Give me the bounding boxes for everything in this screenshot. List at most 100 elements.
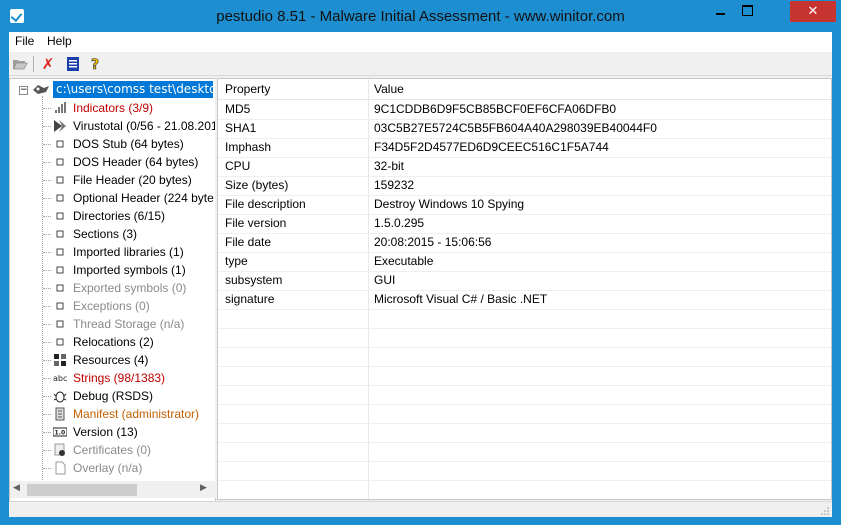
tree-item[interactable]: Thread Storage (n/a) — [43, 315, 215, 333]
tree-item[interactable]: Exceptions (0) — [43, 297, 215, 315]
tree-connector — [43, 450, 51, 451]
table-row[interactable]: signature Microsoft Visual C# / Basic .NE… — [218, 290, 831, 310]
node-icon — [53, 173, 67, 187]
status-bar — [9, 501, 832, 517]
table-row[interactable]: Imphash F34D5F2D4577ED6D9CEEC516C1F5A744 — [218, 138, 831, 158]
overlay-icon — [53, 461, 67, 475]
tree-item[interactable]: Sections (3) — [43, 225, 215, 243]
close-file-icon[interactable]: ✗ — [40, 56, 56, 72]
tree-connector — [43, 216, 51, 217]
tree-item[interactable]: Imported symbols (1) — [43, 261, 215, 279]
maximize-button[interactable] — [734, 1, 761, 22]
tree-item[interactable]: Debug (RSDS) — [43, 387, 215, 405]
empty-row — [218, 480, 831, 499]
scroll-right-icon[interactable]: ▶ — [200, 483, 207, 493]
tree-item[interactable]: Exported symbols (0) — [43, 279, 215, 297]
file-root-icon — [33, 85, 49, 94]
tree-connector — [43, 126, 51, 127]
tree-item[interactable]: DOS Stub (64 bytes) — [43, 135, 215, 153]
tree-item-label: Exported symbols (0) — [73, 281, 187, 295]
tree-item-label: File Header (20 bytes) — [73, 173, 192, 187]
node-icon — [53, 191, 67, 205]
property-grid: Property Value MD5 9C1CDDB6D9F5CB85BCF0EF… — [217, 78, 832, 500]
tree-item-label: Optional Header (224 byte — [73, 191, 214, 205]
tree-item[interactable]: abc Strings (98/1383) — [43, 369, 215, 387]
node-icon — [53, 137, 67, 151]
table-row[interactable]: subsystem GUI — [218, 271, 831, 291]
menu-help[interactable]: Help — [47, 34, 72, 48]
scroll-thumb[interactable] — [27, 484, 137, 496]
column-header-property[interactable]: Property — [225, 79, 270, 99]
tree-item[interactable]: Virustotal (0/56 - 21.08.201 — [43, 117, 215, 135]
close-window-button[interactable]: ✕ — [790, 1, 836, 22]
list-icon[interactable] — [65, 56, 81, 72]
tree-item-label: Directories (6/15) — [73, 209, 166, 223]
resources-icon — [53, 353, 67, 367]
table-row[interactable]: File description Destroy Windows 10 Spyin… — [218, 195, 831, 215]
tree-connector — [43, 288, 51, 289]
table-row[interactable]: File version 1.5.0.295 — [218, 214, 831, 234]
svg-text:?: ? — [91, 57, 99, 72]
tree-root-label[interactable]: c:\users\comss test\desktop\d — [53, 81, 213, 98]
resize-grip-icon[interactable] — [820, 506, 830, 516]
version-icon: 1.0 — [52, 425, 68, 439]
property-cell: type — [225, 254, 248, 268]
menu-file[interactable]: File — [15, 34, 34, 48]
tree-item[interactable]: Overlay (n/a) — [43, 459, 215, 477]
app-window: pestudio 8.51 - Malware Initial Assessme… — [0, 0, 841, 525]
value-cell: 20:08:2015 - 15:06:56 — [374, 235, 492, 249]
table-row[interactable]: File date 20:08:2015 - 15:06:56 — [218, 233, 831, 253]
table-row[interactable]: type Executable — [218, 252, 831, 272]
tree-item[interactable]: 1.0 Version (13) — [43, 423, 215, 441]
close-window-icon: ✕ — [807, 4, 819, 19]
tree-item-label: Relocations (2) — [73, 335, 154, 349]
tree-root[interactable]: − c:\users\comss test\desktop\d — [10, 81, 215, 99]
tree-item-label: DOS Header (64 bytes) — [73, 155, 199, 169]
empty-row — [218, 347, 831, 367]
node-icon — [53, 335, 67, 349]
tree-horizontal-scrollbar[interactable]: ◀ ▶ — [9, 481, 215, 498]
minimize-button[interactable] — [706, 1, 734, 22]
tree-connector — [43, 180, 51, 181]
tree-view[interactable]: − c:\users\comss test\desktop\d Indicato… — [9, 78, 216, 502]
table-row[interactable]: Size (bytes) 159232 — [218, 176, 831, 196]
tree-item-label: Indicators (3/9) — [73, 101, 154, 115]
table-row[interactable]: CPU 32-bit — [218, 157, 831, 177]
tree-item[interactable]: File Header (20 bytes) — [43, 171, 215, 189]
tree-item-label: Version (13) — [73, 425, 138, 439]
tree-item-label: Certificates (0) — [73, 443, 152, 457]
tree-item[interactable]: DOS Header (64 bytes) — [43, 153, 215, 171]
property-cell: File date — [225, 235, 272, 249]
tree-item-label: Exceptions (0) — [73, 299, 150, 313]
value-cell: 03C5B27E5724C5B5FB604A40A298039EB40044F0 — [374, 121, 657, 135]
debug-icon — [53, 389, 67, 403]
table-row[interactable]: MD5 9C1CDDB6D9F5CB85BCF0EF6CFA06DFB0 — [218, 100, 831, 120]
tree-item[interactable]: Relocations (2) — [43, 333, 215, 351]
tree-connector — [43, 342, 51, 343]
tree-connector — [43, 144, 51, 145]
virustotal-icon — [53, 119, 67, 133]
scroll-left-icon[interactable]: ◀ — [13, 483, 20, 493]
value-cell: F34D5F2D4577ED6D9CEEC516C1F5A744 — [374, 140, 609, 154]
tree-connector — [43, 414, 51, 415]
maximize-icon — [742, 4, 753, 16]
tree-item[interactable]: Directories (6/15) — [43, 207, 215, 225]
tree-item[interactable]: Optional Header (224 byte — [43, 189, 215, 207]
open-folder-icon[interactable] — [12, 56, 28, 72]
collapse-toggle-icon[interactable]: − — [19, 86, 28, 95]
tree-item[interactable]: Imported libraries (1) — [43, 243, 215, 261]
tree-item[interactable]: Certificates (0) — [43, 441, 215, 459]
help-icon[interactable]: ? — [88, 56, 104, 72]
node-icon — [53, 209, 67, 223]
tree-item-label: Strings (98/1383) — [73, 371, 166, 385]
client-area: File Help ✗ ? − c:\users\comss test\desk… — [9, 32, 832, 517]
tree-connector — [43, 162, 51, 163]
table-row[interactable]: SHA1 03C5B27E5724C5B5FB604A40A298039EB400… — [218, 119, 831, 139]
tree-item[interactable]: Resources (4) — [43, 351, 215, 369]
title-bar[interactable]: pestudio 8.51 - Malware Initial Assessme… — [1, 1, 840, 32]
tree-item[interactable]: Indicators (3/9) — [43, 99, 215, 117]
tree-item[interactable]: Manifest (administrator) — [43, 405, 215, 423]
tree-connector — [43, 108, 51, 109]
grid-header: Property Value — [218, 79, 831, 100]
column-header-value[interactable]: Value — [374, 79, 404, 99]
